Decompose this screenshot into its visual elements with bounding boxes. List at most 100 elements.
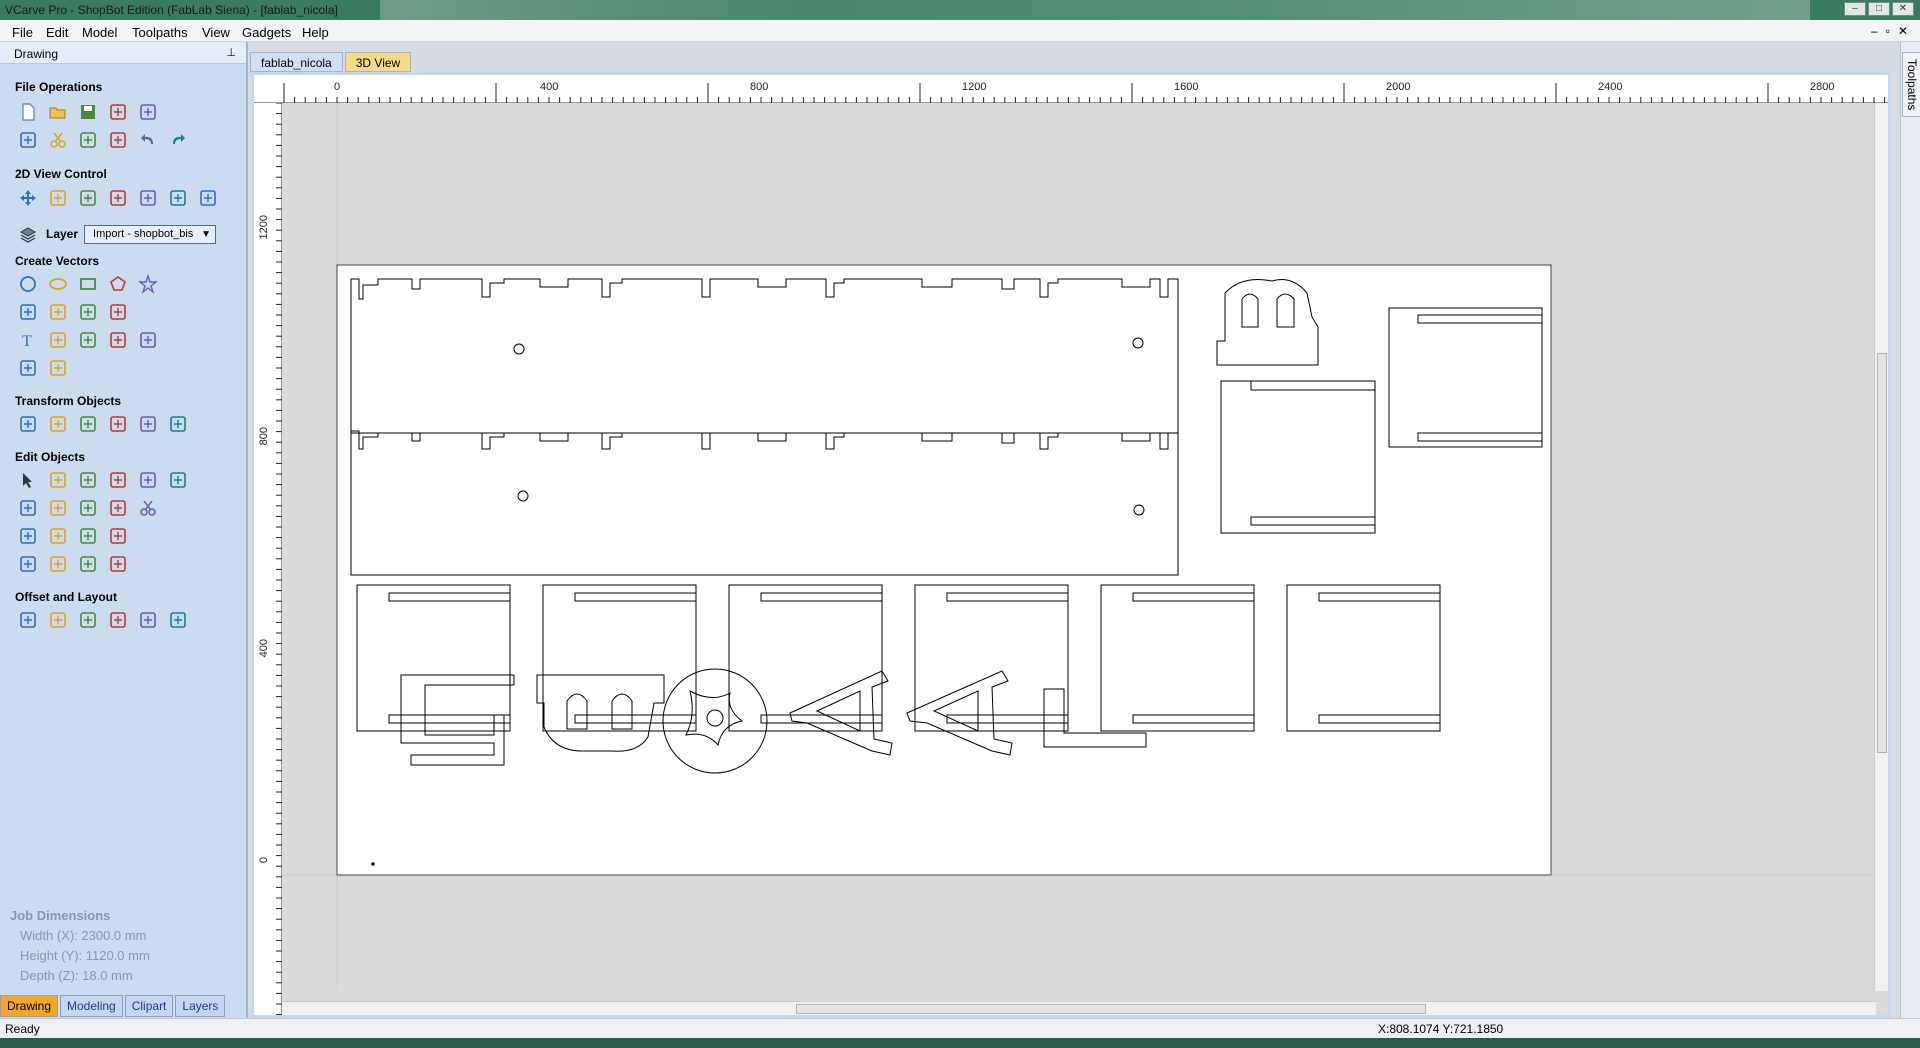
menu-toolpaths[interactable]: Toolpaths (132, 25, 188, 40)
doc-close-button[interactable]: ✕ (1898, 24, 1908, 38)
maximize-button[interactable]: □ (1868, 2, 1890, 16)
circular-array-icon[interactable] (76, 608, 100, 632)
fillet-icon[interactable] (16, 524, 40, 548)
menu-help[interactable]: Help (302, 25, 329, 40)
move-icon[interactable] (16, 412, 40, 436)
menu-model[interactable]: Model (82, 25, 117, 40)
horizontal-scroll-thumb[interactable] (796, 1004, 1426, 1014)
scissors-icon[interactable] (136, 496, 160, 520)
ruler-label-1200: 1200 (962, 81, 987, 93)
node-edit-icon[interactable] (46, 468, 70, 492)
text-on-curve-icon[interactable] (76, 328, 100, 352)
trace-bitmap-icon[interactable] (16, 356, 40, 380)
smooth-icon[interactable] (166, 468, 190, 492)
delete-icon[interactable] (136, 468, 160, 492)
horizontal-scrollbar[interactable] (282, 1001, 1876, 1015)
circle-icon[interactable] (16, 272, 40, 296)
array-copy-icon[interactable] (46, 608, 70, 632)
redo-icon[interactable] (166, 128, 190, 152)
menu-view[interactable]: View (202, 25, 230, 40)
trim-icon[interactable] (76, 552, 100, 576)
layer-dropdown[interactable]: Import - shopbot_bis ▼ (84, 224, 217, 244)
intersect-icon[interactable] (106, 496, 130, 520)
import-vectors-icon[interactable] (106, 100, 130, 124)
split-view-icon[interactable] (136, 186, 160, 210)
weld-icon[interactable] (16, 496, 40, 520)
work-area: 0 400 800 1200 1600 2000 2400 2800 1200 … (251, 72, 1891, 1018)
menu-file[interactable]: File (12, 25, 33, 40)
export-view-icon[interactable] (196, 186, 220, 210)
curve-icon[interactable] (46, 300, 70, 324)
distort-icon[interactable] (136, 412, 160, 436)
ruler-label-0: 0 (334, 81, 341, 93)
offset-layout-title: Offset and Layout (15, 590, 118, 604)
doc-minimize-button[interactable]: – (1871, 24, 1878, 38)
select-all-icon[interactable] (16, 128, 40, 152)
copy-icon[interactable] (76, 128, 100, 152)
drawing-svg[interactable] (282, 103, 1876, 991)
pan-icon[interactable] (16, 186, 40, 210)
spline-icon[interactable] (76, 300, 100, 324)
save-icon[interactable] (76, 100, 100, 124)
auto-nest-icon[interactable] (166, 608, 190, 632)
window-controls: – □ ✕ (1844, 2, 1914, 16)
drawing-canvas[interactable] (282, 103, 1876, 991)
set-origin-icon[interactable] (166, 412, 190, 436)
import-bitmap-icon[interactable] (136, 100, 160, 124)
close-vector-icon[interactable] (106, 524, 130, 548)
tab-toolpaths[interactable]: Toolpaths (1902, 52, 1920, 118)
cut-icon[interactable] (46, 128, 70, 152)
scale-icon[interactable] (46, 412, 70, 436)
close-button[interactable]: ✕ (1892, 2, 1914, 16)
new-file-icon[interactable] (16, 100, 40, 124)
auto-layout-text-icon[interactable] (106, 328, 130, 352)
vertical-scrollbar[interactable] (1874, 103, 1888, 991)
subtract-icon[interactable] (76, 496, 100, 520)
undo-icon[interactable] (136, 128, 160, 152)
star-icon[interactable] (136, 272, 160, 296)
rectangle-icon[interactable] (76, 272, 100, 296)
node-add-icon[interactable] (76, 468, 100, 492)
tab-layers[interactable]: Layers (175, 995, 226, 1017)
offset-vectors-icon[interactable] (16, 608, 40, 632)
menu-gadgets[interactable]: Gadgets (242, 25, 291, 40)
zoom-extents-icon[interactable] (76, 186, 100, 210)
tab-drawing[interactable]: Drawing (0, 995, 59, 1017)
join-icon[interactable] (46, 524, 70, 548)
select-icon[interactable] (16, 468, 40, 492)
break-icon[interactable] (106, 552, 130, 576)
spiral-icon[interactable] (106, 300, 130, 324)
paste-icon[interactable] (106, 128, 130, 152)
menu-edit[interactable]: Edit (46, 25, 68, 40)
text-box-icon[interactable] (46, 328, 70, 352)
abc-text-icon[interactable] (136, 328, 160, 352)
curve-fit-icon[interactable] (76, 524, 100, 548)
nesting-icon[interactable] (136, 608, 160, 632)
zoom-selection-icon[interactable] (106, 186, 130, 210)
polygon-icon[interactable] (106, 272, 130, 296)
extend-icon[interactable] (46, 552, 70, 576)
offset-icon[interactable] (16, 552, 40, 576)
zoom-box-icon[interactable] (46, 186, 70, 210)
interactive-trim-icon[interactable] (106, 468, 130, 492)
mirror-icon[interactable] (106, 412, 130, 436)
boolean-icon[interactable] (46, 496, 70, 520)
polyline-icon[interactable] (16, 300, 40, 324)
vertical-scroll-thumb[interactable] (1877, 353, 1887, 753)
ellipse-icon[interactable] (46, 272, 70, 296)
transform-objects-title: Transform Objects (15, 394, 122, 408)
doc-restore-button[interactable]: ▫ (1886, 24, 1890, 38)
minimize-button[interactable]: – (1844, 2, 1866, 16)
text-icon[interactable]: T (16, 328, 40, 352)
tab-modeling[interactable]: Modeling (60, 995, 123, 1017)
copy-along-vector-icon[interactable] (106, 608, 130, 632)
tab-fablab-nicola[interactable]: fablab_nicola (250, 52, 343, 72)
pin-icon[interactable]: ⊥ (226, 46, 236, 59)
tab-3d-view[interactable]: 3D View (344, 52, 412, 72)
layer-label: Layer (46, 227, 79, 241)
toggle-view-icon[interactable] (166, 186, 190, 210)
tab-clipart[interactable]: Clipart (124, 995, 174, 1017)
align-icon[interactable] (76, 412, 100, 436)
dimension-icon[interactable] (46, 356, 70, 380)
open-file-icon[interactable] (46, 100, 70, 124)
